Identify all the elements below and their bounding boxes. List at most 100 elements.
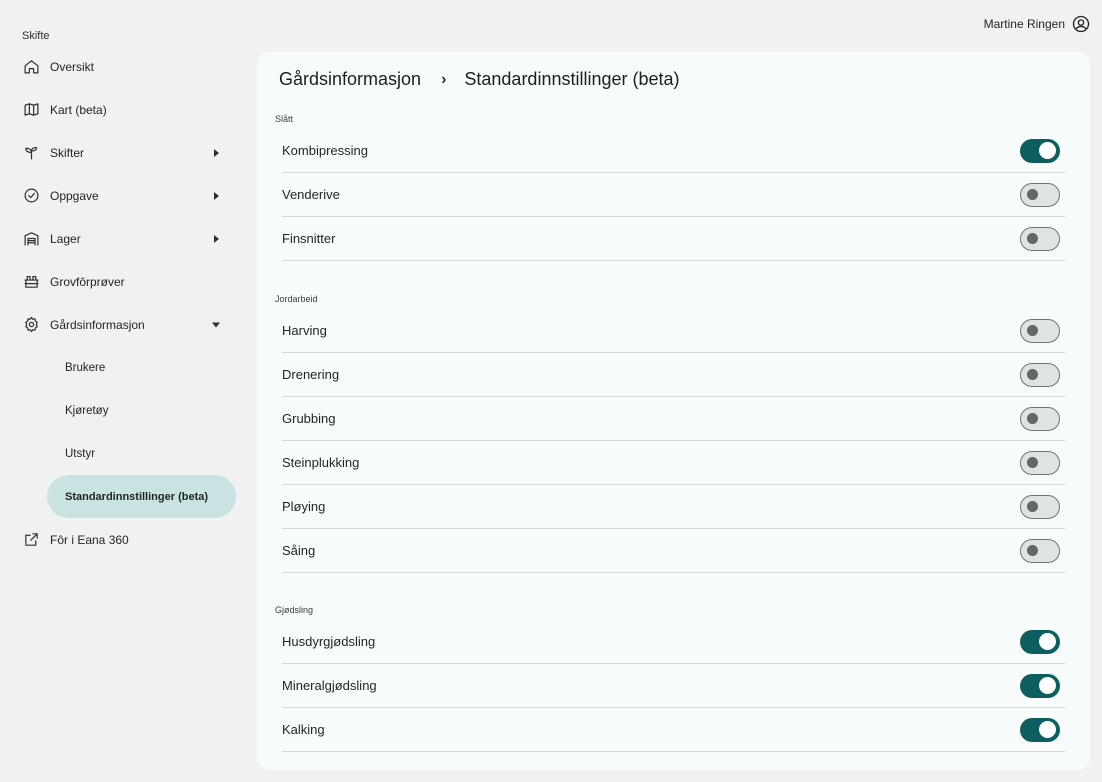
setting-label: Finsnitter (282, 231, 336, 246)
setting-row: Husdyrgjødsling (282, 620, 1065, 664)
sprout-icon (22, 144, 40, 162)
toggle-knob (1027, 500, 1038, 512)
setting-row: Kalking (282, 708, 1065, 752)
setting-label: Venderive (282, 187, 340, 202)
sidebar-item-label: Kart (beta) (50, 102, 107, 117)
toggle-knob (1039, 633, 1056, 650)
toggle-knob (1027, 544, 1038, 556)
sidebar-item-label: Skifter (50, 145, 85, 160)
section-jordarbeid: Jordarbeid Harving Drenering Grubbing St… (275, 294, 1065, 573)
setting-toggle[interactable] (1020, 494, 1060, 519)
home-icon (22, 58, 40, 76)
setting-toggle[interactable] (1020, 450, 1060, 475)
sidebar-item-label: Grovfôrprøver (50, 274, 125, 289)
setting-label: Harving (282, 323, 327, 338)
setting-toggle[interactable] (1020, 318, 1060, 343)
chevron-right-icon[interactable] (214, 148, 219, 157)
sidebar-subitem-label: Utstyr (65, 447, 96, 460)
setting-label: Steinplukking (282, 455, 360, 470)
section-title: Jordarbeid (275, 294, 318, 304)
sample-icon (22, 273, 40, 291)
chevron-right-icon[interactable] (214, 234, 219, 243)
setting-toggle[interactable] (1020, 362, 1060, 387)
account-circle-icon[interactable] (1072, 15, 1090, 33)
toggle-knob (1027, 368, 1038, 380)
toggle-knob (1039, 677, 1056, 694)
setting-toggle[interactable] (1020, 138, 1060, 163)
setting-toggle[interactable] (1020, 538, 1060, 563)
check-circle-icon (22, 187, 40, 205)
breadcrumb: Gårdsinformasjon › Standardinnstillinger… (279, 69, 680, 90)
breadcrumb-parent[interactable]: Gårdsinformasjon (279, 69, 421, 90)
toggle-knob (1027, 456, 1038, 468)
setting-label: Såing (282, 543, 316, 558)
chevron-right-icon[interactable] (214, 191, 219, 200)
sidebar-item-label: Gårdsinformasjon (50, 317, 145, 332)
setting-label: Kalking (282, 722, 325, 737)
sidebar-nav: Oversikt Kart (beta) Skifter Oppgave Lag… (0, 45, 250, 561)
setting-label: Grubbing (282, 411, 336, 426)
sidebar-item-skifter[interactable]: Skifter (0, 131, 250, 174)
setting-label: Mineralgjødsling (282, 678, 377, 693)
sidebar-subitem-standardinnstillinger[interactable]: Standardinnstillinger (beta) (47, 475, 236, 518)
sidebar-subitem-label: Kjøretøy (65, 404, 109, 417)
setting-row: Venderive (282, 173, 1065, 217)
sidebar-subitem-label: Standardinnstillinger (beta) (65, 490, 209, 503)
section-title: Slått (275, 114, 294, 124)
setting-label: Kombipressing (282, 143, 368, 158)
sidebar-item-external-eana[interactable]: Fôr i Eana 360 (0, 518, 250, 561)
sidebar-item-label: Lager (50, 231, 81, 246)
warehouse-icon (22, 230, 40, 248)
toggle-knob (1039, 142, 1056, 159)
setting-row: Grubbing (282, 397, 1065, 441)
setting-row: Harving (282, 309, 1065, 353)
setting-row: Kombipressing (282, 129, 1065, 173)
gear-icon (22, 316, 40, 334)
setting-row: Drenering (282, 353, 1065, 397)
setting-row: Såing (282, 529, 1065, 573)
setting-row: Pløying (282, 485, 1065, 529)
setting-toggle[interactable] (1020, 226, 1060, 251)
external-link-icon (22, 531, 40, 549)
sidebar-subitem-brukere[interactable]: Brukere (0, 346, 250, 389)
sidebar-subitem-kjoretoy[interactable]: Kjøretøy (0, 389, 250, 432)
sidebar-item-grovforprover[interactable]: Grovfôrprøver (0, 260, 250, 303)
breadcrumb-current: Standardinnstillinger (beta) (464, 69, 680, 89)
sidebar-item-gardsinformasjon[interactable]: Gårdsinformasjon (0, 303, 250, 346)
setting-toggle[interactable] (1020, 629, 1060, 654)
sidebar-item-label: Oppgave (50, 188, 99, 203)
sidebar-item-kart[interactable]: Kart (beta) (0, 88, 250, 131)
sidebar-subitem-utstyr[interactable]: Utstyr (0, 432, 250, 475)
section-gjodsling: Gjødsling Husdyrgjødsling Mineralgjødsli… (275, 605, 1065, 752)
section-slatt: Slått Kombipressing Venderive Finsnitter (275, 114, 1065, 261)
sidebar-item-lager[interactable]: Lager (0, 217, 250, 260)
map-icon (22, 101, 40, 119)
setting-toggle[interactable] (1020, 406, 1060, 431)
setting-row: Steinplukking (282, 441, 1065, 485)
settings-card: Gårdsinformasjon › Standardinnstillinger… (257, 52, 1090, 770)
toggle-knob (1027, 324, 1038, 336)
toggle-knob (1039, 721, 1056, 738)
section-title: Gjødsling (275, 605, 314, 615)
setting-toggle[interactable] (1020, 673, 1060, 698)
user-name: Martine Ringen (983, 17, 1065, 31)
toggle-knob (1027, 412, 1038, 424)
setting-toggle[interactable] (1020, 182, 1060, 207)
setting-row: Mineralgjødsling (282, 664, 1065, 708)
breadcrumb-separator: › (441, 70, 447, 88)
sidebar-subitem-label: Brukere (65, 361, 106, 374)
setting-label: Drenering (282, 367, 340, 382)
sidebar-item-oppgave[interactable]: Oppgave (0, 174, 250, 217)
setting-toggle[interactable] (1020, 717, 1060, 742)
sidebar-item-label: Fôr i Eana 360 (50, 532, 129, 547)
sidebar-item-label: Oversikt (50, 59, 95, 74)
toggle-knob (1027, 232, 1038, 244)
app-brand: Skifte (22, 30, 50, 42)
app-root: Skifte Martine Ringen Oversikt Kart (bet… (0, 0, 1102, 782)
user-menu[interactable]: Martine Ringen (984, 15, 1090, 33)
sidebar-item-oversikt[interactable]: Oversikt (0, 45, 250, 88)
setting-row: Finsnitter (282, 217, 1065, 261)
chevron-down-icon[interactable] (212, 322, 220, 327)
setting-label: Husdyrgjødsling (282, 634, 376, 649)
toggle-knob (1027, 188, 1038, 200)
